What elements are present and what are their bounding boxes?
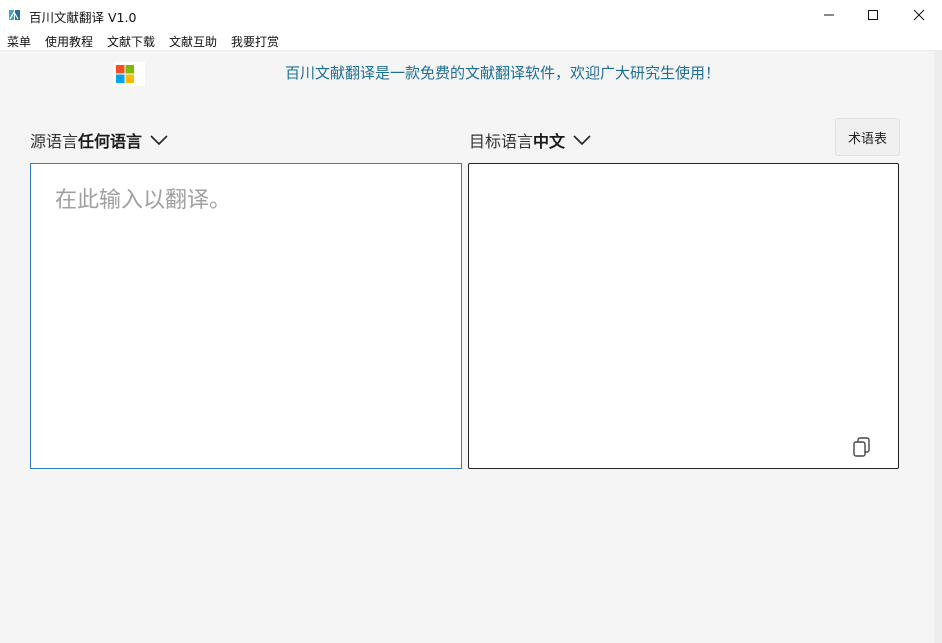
maximize-button[interactable] [850, 0, 896, 30]
source-text-input[interactable] [31, 164, 461, 468]
maximize-icon [868, 10, 878, 20]
close-button[interactable] [896, 0, 942, 30]
window-title: 百川文献翻译 V1.0 [29, 10, 137, 25]
menu-item-tutorial[interactable]: 使用教程 [45, 33, 93, 50]
menu-item-download[interactable]: 文献下载 [107, 33, 155, 50]
target-language-selector[interactable]: 目标语言 中文 [469, 128, 591, 152]
logo [113, 62, 145, 86]
glossary-button[interactable]: 术语表 [835, 118, 900, 156]
target-language-value: 中文 [533, 132, 566, 151]
app-icon [9, 10, 20, 20]
source-language-selector[interactable]: 源语言 任何语言 [30, 128, 168, 152]
minimize-button[interactable] [806, 0, 852, 30]
title-bar: 百川文献翻译 V1.0 [0, 0, 942, 30]
menu-bar: 菜单 使用教程 文献下载 文献互助 我要打赏 [0, 30, 942, 51]
source-language-label: 源语言 [30, 132, 79, 151]
source-language-value: 任何语言 [78, 132, 143, 151]
menu-item-mutual-help[interactable]: 文献互助 [169, 33, 217, 50]
welcome-banner: 百川文献翻译是一款免费的文献翻译软件，欢迎广大研究生使用！ [284, 64, 720, 82]
chevron-down-icon [573, 135, 591, 146]
windows-logo-icon [116, 65, 134, 83]
menu-item-donate[interactable]: 我要打赏 [231, 33, 279, 50]
chevron-down-icon [150, 135, 168, 146]
source-text-panel [30, 163, 462, 469]
menu-item-menu[interactable]: 菜单 [7, 33, 31, 50]
minimize-icon [824, 14, 834, 16]
close-icon [913, 9, 925, 21]
copy-button[interactable] [850, 435, 874, 459]
translation-output-panel[interactable] [468, 163, 899, 469]
vertical-scrollbar[interactable] [934, 51, 942, 643]
target-language-label: 目标语言 [469, 132, 534, 151]
copy-icon [853, 437, 870, 457]
